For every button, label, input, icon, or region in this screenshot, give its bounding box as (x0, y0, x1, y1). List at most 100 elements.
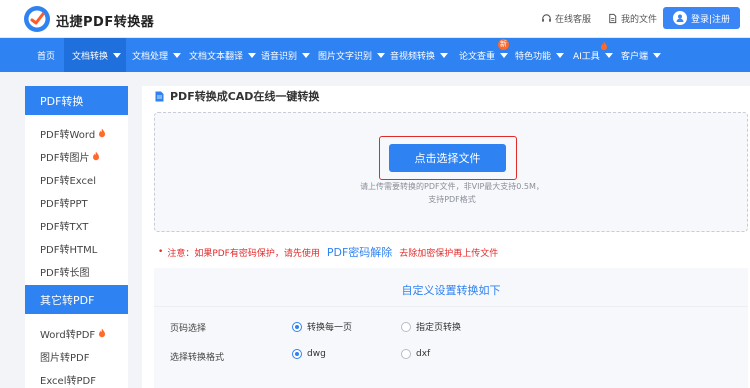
chevron-down-icon (653, 52, 662, 58)
notice-prefix: 注意：如果PDF有密码保护，请先使用 (167, 248, 320, 259)
sidebar-item-pdf-to-image[interactable]: PDF转图片 (40, 149, 100, 164)
new-badge: 新 (498, 39, 509, 50)
format-select-label: 选择转换格式 (170, 353, 225, 363)
fire-icon (99, 328, 106, 338)
sidebar: PDF转换 PDF转Word PDF转图片 PDF转Excel PDF转PPT … (25, 86, 128, 388)
nav-doc-convert-label: 文档转换 (72, 51, 109, 62)
sidebar-group-pdf-convert: PDF转换 (25, 86, 128, 115)
radio-convert-all-pages[interactable]: 转换每一页 (292, 320, 352, 333)
chevron-down-icon (556, 52, 565, 58)
upload-hint-line1: 请上传需要转换的PDF文件，非VIP最大支持0.5M， (360, 182, 544, 191)
sidebar-item-pdf-to-long-image[interactable]: PDF转长图 (40, 264, 89, 279)
nav-speech-recognition-label: 语音识别 (261, 51, 298, 62)
chevron-down-icon (604, 52, 613, 58)
upload-dropzone[interactable]: 点击选择文件 请上传需要转换的PDF文件，非VIP最大支持0.5M， 支持PDF… (154, 112, 748, 232)
sidebar-item-label: PDF转Excel (40, 175, 96, 187)
nav-doc-convert[interactable]: 文档转换 (64, 38, 126, 72)
nav-doc-translate-label: 文档文本翻译 (189, 51, 244, 62)
chevron-down-icon (500, 52, 509, 58)
nav-paper-check-label: 论文查重 (459, 51, 496, 62)
chevron-down-icon (173, 52, 182, 58)
notice-suffix: 去除加密保护再上传文件 (399, 248, 499, 259)
nav-speech-recognition[interactable]: 语音识别 (261, 38, 311, 72)
sidebar-item-pdf-to-ppt[interactable]: PDF转PPT (40, 195, 88, 210)
nav-ai-tools-label: AI工具 (573, 51, 600, 62)
headset-icon (542, 13, 551, 22)
radio-format-dwg-label: dwg (307, 349, 326, 359)
page-title: PDF转换成CAD在线一键转换 (170, 90, 320, 103)
user-icon (672, 11, 687, 25)
pdf-password-remove-link[interactable]: PDF密码解除 (327, 244, 392, 260)
sidebar-item-label: PDF转PPT (40, 198, 88, 210)
sidebar-item-label: PDF转Word (40, 129, 96, 141)
top-header: 迅捷PDF转换器 在线客服 我的文件 登录|注册 (0, 0, 750, 38)
sidebar-item-label: Word转PDF (40, 329, 96, 341)
radio-unselected (401, 349, 411, 359)
nav-featured[interactable]: 特色功能 (515, 38, 565, 72)
radio-selected (292, 349, 302, 359)
converter-panel: PDF转换成CAD在线一键转换 点击选择文件 请上传需要转换的PDF文件，非VI… (142, 86, 750, 388)
nav-doc-process-label: 文档处理 (132, 51, 169, 62)
notice-bullet: • (158, 247, 164, 257)
logo-icon[interactable] (23, 5, 51, 33)
nav-image-ocr[interactable]: 图片文字识别 (318, 38, 386, 72)
radio-format-dxf[interactable]: dxf (401, 349, 430, 359)
nav-client-label: 客户端 (621, 51, 649, 62)
online-service-link[interactable]: 在线客服 (541, 11, 591, 25)
nav-doc-process[interactable]: 文档处理 (132, 38, 182, 72)
nav-featured-label: 特色功能 (515, 51, 552, 62)
nav-home[interactable]: 首页 (37, 38, 55, 72)
sidebar-item-pdf-to-word[interactable]: PDF转Word (40, 126, 106, 141)
radio-format-dxf-label: dxf (416, 349, 431, 359)
settings-title: 自定义设置转换如下 (401, 284, 501, 297)
sidebar-item-pdf-to-excel[interactable]: PDF转Excel (40, 172, 96, 187)
fire-icon (99, 128, 106, 138)
sidebar-item-image-to-pdf[interactable]: 图片转PDF (40, 349, 90, 364)
nav-av-convert[interactable]: 音视频转换 (390, 38, 449, 72)
upload-hint-line2: 支持PDF格式 (428, 195, 476, 204)
sidebar-item-label: PDF转HTML (40, 244, 98, 256)
fire-icon (601, 41, 607, 51)
chevron-down-icon (302, 52, 311, 58)
chevron-down-icon (113, 52, 122, 58)
conversion-settings: 自定义设置转换如下 页码选择 转换每一页 指定页转换 选择转换格式 dwg dx… (154, 268, 748, 388)
chevron-down-icon (248, 52, 257, 58)
radio-unselected (401, 321, 411, 332)
nav-home-label: 首页 (37, 51, 56, 62)
select-file-button[interactable]: 点击选择文件 (389, 144, 506, 172)
settings-divider (154, 306, 748, 307)
login-register-button[interactable]: 登录|注册 (663, 7, 740, 29)
document-icon (155, 91, 164, 101)
chevron-down-icon (377, 52, 386, 58)
sidebar-item-pdf-to-txt[interactable]: PDF转TXT (40, 218, 89, 233)
radio-format-dwg[interactable]: dwg (292, 349, 326, 359)
nav-av-convert-label: 音视频转换 (390, 51, 436, 62)
nav-doc-translate[interactable]: 文档文本翻译 (189, 38, 257, 72)
main-nav: 首页 文档转换 文档处理 文档文本翻译 语音识别 图片文字识别 音视频转换 论文… (0, 38, 750, 72)
sidebar-group-other-to-pdf: 其它转PDF (25, 285, 128, 314)
sidebar-item-word-to-pdf[interactable]: Word转PDF (40, 326, 106, 341)
chevron-down-icon (440, 52, 449, 58)
page-select-label: 页码选择 (170, 324, 207, 334)
radio-selected (292, 321, 302, 332)
sidebar-item-label: 图片转PDF (40, 352, 90, 364)
nav-image-ocr-label: 图片文字识别 (318, 51, 373, 62)
radio-convert-page-range[interactable]: 指定页转换 (401, 320, 461, 333)
select-file-highlight: 点击选择文件 (379, 136, 517, 180)
online-service-label: 在线客服 (555, 14, 592, 25)
login-register-label: 登录|注册 (690, 14, 731, 25)
page-title-row: PDF转换成CAD在线一键转换 (155, 88, 319, 104)
radio-convert-page-range-label: 指定页转换 (416, 323, 462, 333)
password-notice: • 注意：如果PDF有密码保护，请先使用 PDF密码解除 去除加密保护再上传文件 (158, 244, 498, 260)
radio-convert-all-pages-label: 转换每一页 (307, 323, 353, 333)
nav-client[interactable]: 客户端 (621, 38, 662, 72)
brand-name[interactable]: 迅捷PDF转换器 (56, 11, 154, 30)
sidebar-item-label: PDF转TXT (40, 221, 89, 233)
my-files-link[interactable]: 我的文件 (607, 11, 657, 25)
sidebar-item-excel-to-pdf[interactable]: Excel转PDF (40, 372, 96, 387)
sidebar-item-pdf-to-html[interactable]: PDF转HTML (40, 241, 98, 256)
sidebar-item-label: PDF转图片 (40, 152, 90, 164)
my-files-label: 我的文件 (621, 14, 658, 25)
file-icon (609, 13, 617, 23)
sidebar-item-label: Excel转PDF (40, 375, 96, 387)
